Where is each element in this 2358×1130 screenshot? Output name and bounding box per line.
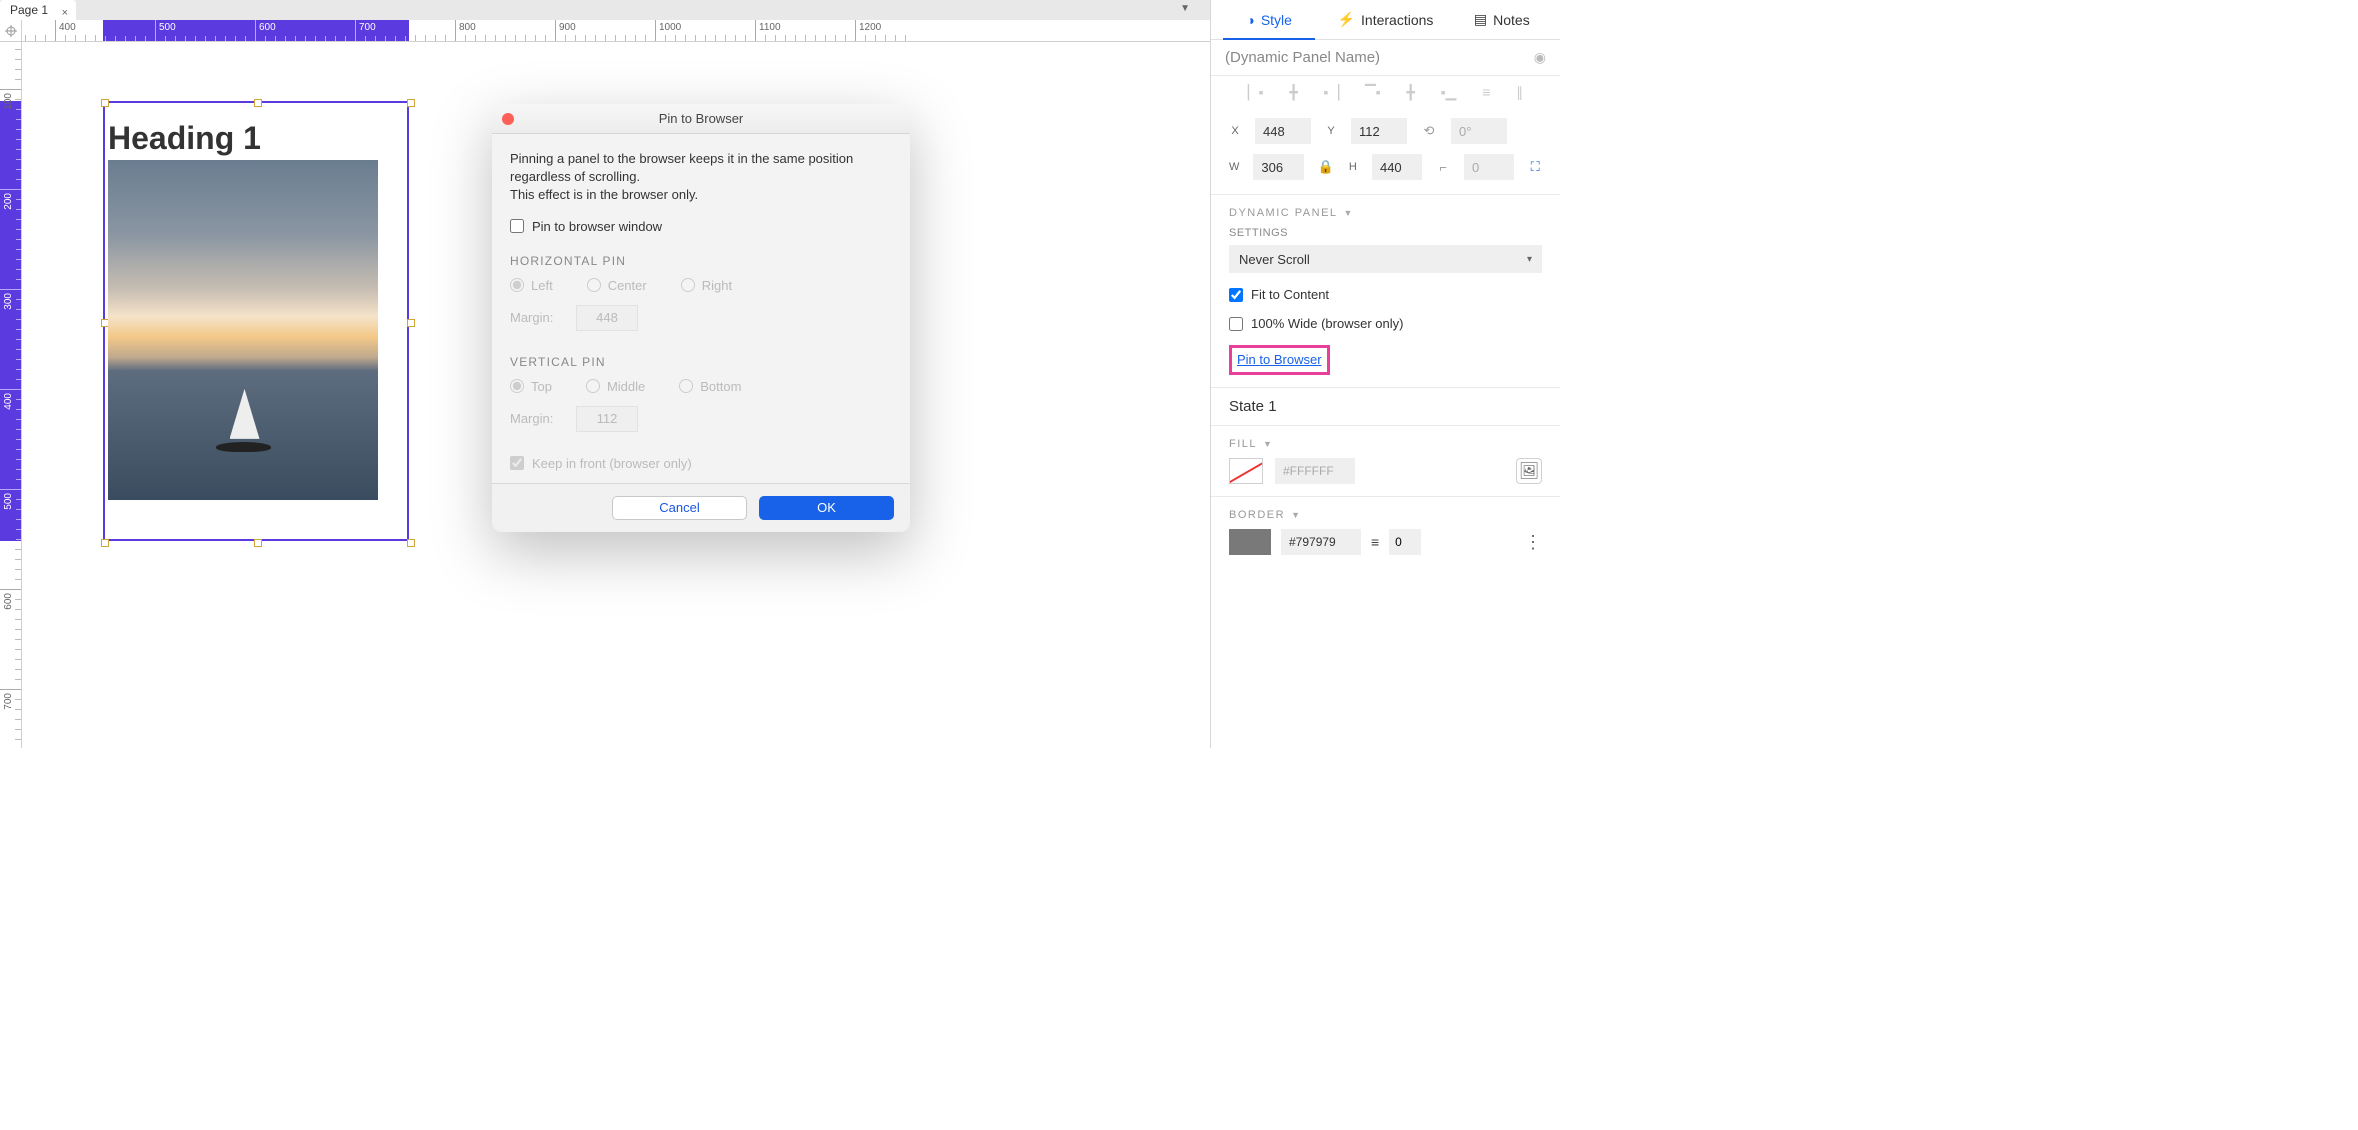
rotate-icon[interactable]: ⟲ xyxy=(1421,123,1437,139)
x-field[interactable]: 448 xyxy=(1255,118,1311,144)
vertical-pin-header: VERTICAL PIN xyxy=(510,355,892,369)
page-tab-label: Page 1 xyxy=(10,3,48,17)
image-widget[interactable] xyxy=(108,160,378,500)
align-right-icon[interactable]: ▪▕ xyxy=(1324,84,1340,101)
pin-to-window-checkbox[interactable]: Pin to browser window xyxy=(510,219,892,234)
h-margin-value[interactable]: 448 xyxy=(576,305,638,331)
v-margin-label: Margin: xyxy=(510,411,562,426)
page-tab[interactable]: Page 1 × xyxy=(0,0,76,20)
notes-icon: ▤ xyxy=(1474,11,1487,28)
pin-top-radio[interactable]: Top xyxy=(510,379,552,394)
inspector-tabs: ◑Style ⚡Interactions ▤Notes xyxy=(1211,0,1560,40)
fill-color-swatch[interactable] xyxy=(1229,458,1263,484)
align-middle-v-icon[interactable]: ╋ xyxy=(1407,84,1415,101)
lock-aspect-icon[interactable]: 🔒 xyxy=(1318,159,1334,175)
h-margin-label: Margin: xyxy=(510,310,562,325)
corner-radius-icon: ⌐ xyxy=(1436,160,1450,175)
dialog-titlebar[interactable]: Pin to Browser xyxy=(492,104,910,134)
chevron-down-icon: ▼ xyxy=(1344,208,1354,218)
border-hex-field[interactable]: #797979 xyxy=(1281,529,1361,555)
pin-left-radio[interactable]: Left xyxy=(510,278,553,293)
keep-in-front-checkbox[interactable]: Keep in front (browser only) xyxy=(510,456,892,471)
align-left-icon[interactable]: ▏▪ xyxy=(1248,84,1264,101)
pin-right-radio[interactable]: Right xyxy=(681,278,732,293)
align-center-h-icon[interactable]: ╋ xyxy=(1289,84,1297,101)
border-color-swatch[interactable] xyxy=(1229,529,1271,555)
widget-name-field[interactable]: (Dynamic Panel Name) xyxy=(1225,49,1380,66)
fill-header[interactable]: FILL▼ xyxy=(1229,438,1542,450)
close-window-icon[interactable] xyxy=(502,113,514,125)
visibility-icon[interactable]: ◉ xyxy=(1534,49,1546,66)
alignment-toolbar: ▏▪ ╋ ▪▕ ▔▪ ╋ ▪▁ ≡ ∥ xyxy=(1211,76,1560,108)
distribute-h-icon[interactable]: ≡ xyxy=(1482,84,1490,100)
horizontal-pin-header: HORIZONTAL PIN xyxy=(510,254,892,268)
chevron-down-icon: ▼ xyxy=(1291,510,1301,520)
resize-handle[interactable] xyxy=(101,539,109,547)
y-field[interactable]: 112 xyxy=(1351,118,1407,144)
settings-label: SETTINGS xyxy=(1229,227,1542,239)
dynamic-panel-header[interactable]: DYNAMIC PANEL▼ xyxy=(1229,207,1542,219)
v-margin-value[interactable]: 112 xyxy=(576,406,638,432)
tab-notes[interactable]: ▤Notes xyxy=(1444,0,1560,39)
resize-handle[interactable] xyxy=(101,99,109,107)
horizontal-ruler[interactable]: 500600700400800900100011001200 xyxy=(22,20,1210,42)
lightning-icon: ⚡ xyxy=(1338,11,1355,28)
pin-checkbox-input[interactable] xyxy=(510,219,524,233)
pin-center-radio[interactable]: Center xyxy=(587,278,647,293)
border-width-icon: ≡ xyxy=(1371,534,1379,550)
resize-handle[interactable] xyxy=(407,319,415,327)
tab-style[interactable]: ◑Style xyxy=(1211,0,1327,39)
editor-canvas-area: 500600700400800900100011001200 200300400… xyxy=(0,20,1210,748)
expand-corners-icon[interactable]: ⛶ xyxy=(1528,159,1542,175)
inspector-panel: ◑Style ⚡Interactions ▤Notes (Dynamic Pan… xyxy=(1210,0,1560,748)
chevron-down-icon[interactable]: ▼ xyxy=(1180,3,1190,14)
resize-handle[interactable] xyxy=(407,539,415,547)
border-header[interactable]: BORDER▼ xyxy=(1229,509,1542,521)
pin-middle-radio[interactable]: Middle xyxy=(586,379,645,394)
pin-bottom-radio[interactable]: Bottom xyxy=(679,379,741,394)
pin-to-browser-highlight: Pin to Browser xyxy=(1229,345,1330,375)
border-width-field[interactable]: 0 xyxy=(1389,529,1421,555)
fit-to-content-checkbox[interactable]: Fit to Content xyxy=(1229,287,1542,302)
state-header[interactable]: State 1 xyxy=(1211,387,1560,425)
resize-handle[interactable] xyxy=(254,99,262,107)
rotation-field[interactable]: 0° xyxy=(1451,118,1507,144)
width-field[interactable]: 306 xyxy=(1253,154,1303,180)
scroll-select[interactable]: Never Scroll▾ xyxy=(1229,245,1542,273)
radius-field[interactable]: 0 xyxy=(1464,154,1514,180)
resize-handle[interactable] xyxy=(254,539,262,547)
dialog-description: Pinning a panel to the browser keeps it … xyxy=(510,150,892,205)
ruler-origin[interactable] xyxy=(0,20,22,42)
height-field[interactable]: 440 xyxy=(1372,154,1422,180)
chevron-down-icon: ▾ xyxy=(1527,254,1532,265)
chevron-down-icon: ▼ xyxy=(1263,439,1273,449)
canvas[interactable]: Heading 1 Pin to Browser Pinning a panel… xyxy=(22,42,1210,748)
keep-front-input[interactable] xyxy=(510,456,524,470)
horizontal-pin-options: Left Center Right xyxy=(510,278,892,293)
tab-interactions[interactable]: ⚡Interactions xyxy=(1327,0,1443,39)
ok-button[interactable]: OK xyxy=(759,496,894,520)
more-options-icon[interactable]: ⋮ xyxy=(1524,532,1542,553)
image-fill-button[interactable]: 🖼 xyxy=(1516,458,1542,484)
pin-to-browser-link[interactable]: Pin to Browser xyxy=(1237,352,1322,367)
resize-handle[interactable] xyxy=(407,99,415,107)
dialog-title: Pin to Browser xyxy=(659,111,744,126)
cancel-button[interactable]: Cancel xyxy=(612,496,747,520)
distribute-v-icon[interactable]: ∥ xyxy=(1516,84,1523,101)
style-icon: ◑ xyxy=(1246,12,1254,28)
align-top-icon[interactable]: ▔▪ xyxy=(1365,84,1381,101)
pin-to-browser-dialog: Pin to Browser Pinning a panel to the br… xyxy=(492,104,910,532)
heading-widget[interactable]: Heading 1 xyxy=(108,120,261,157)
vertical-ruler[interactable]: 200300400500100600700 xyxy=(0,42,22,748)
wide-100-checkbox[interactable]: 100% Wide (browser only) xyxy=(1229,316,1542,331)
fill-hex-field[interactable]: #FFFFFF xyxy=(1275,458,1355,484)
window-controls xyxy=(502,113,514,125)
vertical-pin-options: Top Middle Bottom xyxy=(510,379,892,394)
align-bottom-icon[interactable]: ▪▁ xyxy=(1441,84,1457,101)
